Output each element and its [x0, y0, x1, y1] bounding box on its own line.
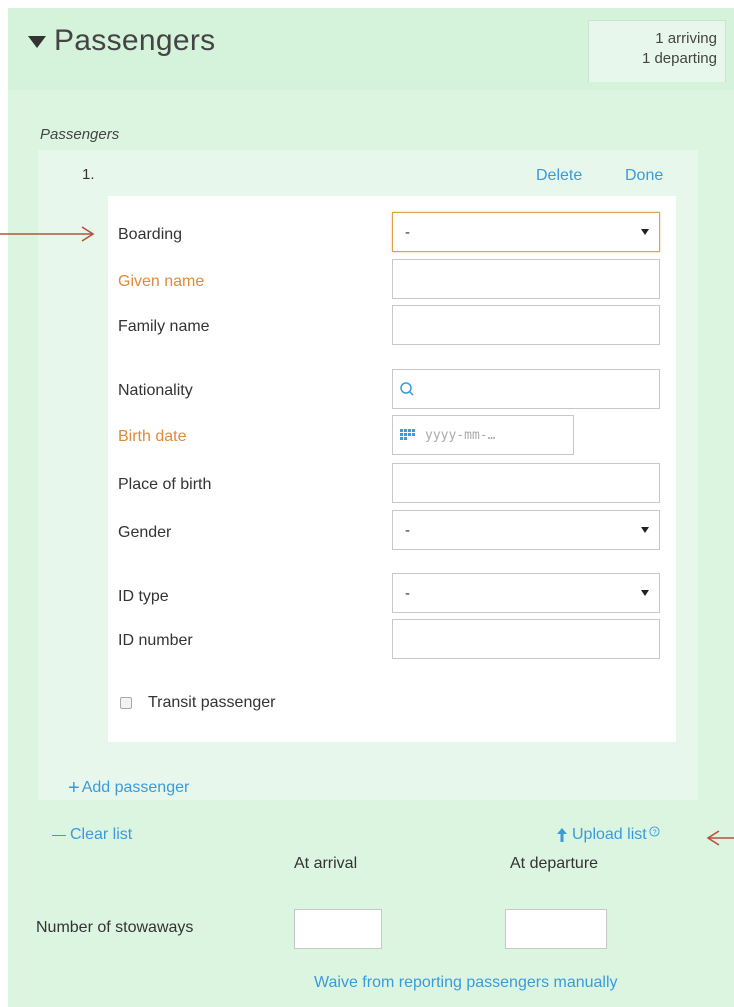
stowaways-label: Number of stowaways: [36, 919, 194, 936]
departing-count: 1 departing: [641, 50, 717, 67]
upload-list-link[interactable]: Upload list ?: [556, 825, 660, 844]
passenger-counts: 1 arriving 1 departing: [588, 20, 726, 82]
id-number-input[interactable]: [392, 619, 660, 659]
gender-select[interactable]: -: [392, 510, 660, 550]
nationality-label: Nationality: [118, 382, 193, 399]
waive-reporting-link[interactable]: Waive from reporting passengers manually: [314, 974, 618, 992]
transit-passenger-row[interactable]: Transit passenger: [120, 694, 275, 712]
passenger-number: 1.: [82, 166, 95, 183]
id-type-label: ID type: [118, 588, 169, 605]
upload-arrow-icon: [557, 828, 567, 842]
given-name-input[interactable]: [392, 259, 660, 299]
annotation-arrow-icon: [706, 830, 734, 846]
calendar-icon: [400, 429, 415, 440]
id-type-value: -: [405, 584, 410, 602]
boarding-select[interactable]: -: [392, 212, 660, 252]
caret-down-icon: [28, 36, 46, 48]
done-passenger-link[interactable]: Done: [625, 167, 663, 185]
family-name-label: Family name: [118, 318, 210, 335]
birth-date-input[interactable]: yyyy-mm-…: [392, 415, 574, 455]
minus-icon: [52, 834, 66, 836]
chevron-down-icon: [641, 229, 649, 235]
passenger-entry: 1. Delete Done Boarding - Given name Fam…: [38, 150, 698, 800]
at-departure-label: At departure: [510, 855, 599, 872]
clear-list-link[interactable]: Clear list: [52, 826, 132, 844]
search-icon: [400, 382, 414, 396]
help-circle-icon[interactable]: ?: [649, 825, 660, 837]
at-arrival-label: At arrival: [294, 855, 358, 872]
plus-icon: +: [68, 777, 80, 799]
stowaways-arrival-input[interactable]: [294, 909, 382, 949]
upload-list-label: Upload list: [572, 826, 647, 843]
stowaways-departure-input[interactable]: [505, 909, 607, 949]
family-name-input[interactable]: [392, 305, 660, 345]
delete-passenger-link[interactable]: Delete: [536, 167, 582, 185]
gender-label: Gender: [118, 524, 172, 541]
place-of-birth-input[interactable]: [392, 463, 660, 503]
annotation-arrow-icon: [0, 226, 95, 242]
passengers-subheading: Passengers: [40, 126, 120, 143]
add-passenger-link[interactable]: + Add passenger: [68, 778, 189, 798]
boarding-label: Boarding: [118, 226, 183, 243]
given-name-label: Given name: [118, 273, 205, 290]
gender-value: -: [405, 521, 410, 539]
nationality-search-input[interactable]: [392, 369, 660, 409]
id-type-select[interactable]: -: [392, 573, 660, 613]
transit-passenger-label: Transit passenger: [148, 694, 276, 711]
birth-date-placeholder: yyyy-mm-…: [425, 427, 496, 443]
passenger-form: Boarding - Given name Family name Nation…: [108, 196, 676, 742]
svg-text:?: ?: [652, 827, 656, 836]
chevron-down-icon: [641, 590, 649, 596]
chevron-down-icon: [641, 527, 649, 533]
arriving-count: 1 arriving: [655, 30, 717, 47]
section-title: Passengers: [54, 24, 216, 57]
boarding-value: -: [405, 223, 410, 241]
add-passenger-label: Add passenger: [81, 779, 190, 796]
clear-list-label: Clear list: [70, 826, 133, 843]
section-toggle[interactable]: Passengers: [28, 24, 215, 58]
transit-passenger-checkbox[interactable]: [120, 697, 132, 709]
place-of-birth-label: Place of birth: [118, 476, 212, 493]
id-number-label: ID number: [118, 632, 193, 649]
birth-date-label: Birth date: [118, 428, 187, 445]
